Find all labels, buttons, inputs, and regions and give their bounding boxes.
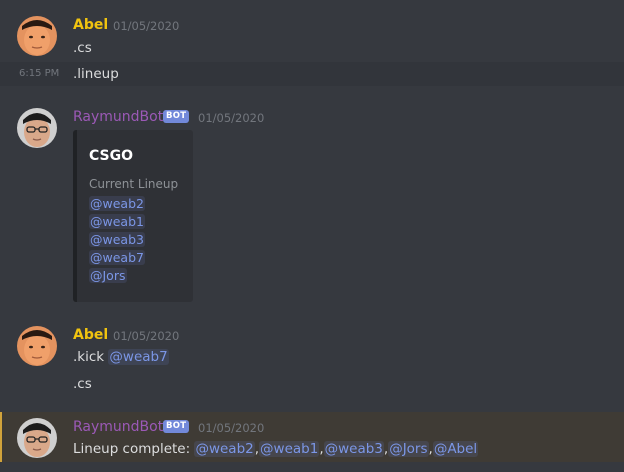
message-prefix: Lineup complete: xyxy=(73,441,195,457)
avatar-raymundbot[interactable] xyxy=(17,418,57,458)
message-text: .cs xyxy=(73,40,92,56)
bot-tag: BOT xyxy=(163,420,190,433)
mention[interactable]: @weab7 xyxy=(108,349,169,365)
mention[interactable]: @weab2 xyxy=(194,441,255,457)
bot-tag: BOT xyxy=(163,110,190,123)
message-text: .lineup xyxy=(73,66,119,82)
hover-timestamp: 6:15 PM xyxy=(19,68,60,79)
mention[interactable]: @weab1 xyxy=(89,214,145,229)
avatar-abel[interactable] xyxy=(17,326,57,366)
message-command: .kick xyxy=(73,349,105,365)
mention[interactable]: @weab2 xyxy=(89,196,145,211)
message-text: Lineup complete: @weab2,@weab1,@weab3,@J… xyxy=(73,440,479,458)
username-raymundbot[interactable]: RaymundBot xyxy=(73,418,163,436)
timestamp: 01/05/2020 xyxy=(198,111,265,125)
mention[interactable]: @weab7 xyxy=(89,250,145,265)
mention[interactable]: @Abel xyxy=(432,441,479,457)
mention[interactable]: @weab3 xyxy=(323,441,384,457)
timestamp: 01/05/2020 xyxy=(113,329,180,343)
embed-field-name: Current Lineup xyxy=(89,177,179,191)
mention[interactable]: @weab1 xyxy=(259,441,320,457)
avatar-abel[interactable] xyxy=(17,16,57,56)
embed-mention-list: @weab2 @weab1 @weab3 @weab7 @Jors xyxy=(89,195,145,285)
username-abel[interactable]: Abel xyxy=(73,16,108,34)
username-raymundbot[interactable]: RaymundBot xyxy=(73,108,163,126)
username-abel[interactable]: Abel xyxy=(73,326,108,344)
timestamp: 01/05/2020 xyxy=(113,19,180,33)
highlight-bar xyxy=(0,412,2,462)
mention[interactable]: @weab3 xyxy=(89,232,145,247)
avatar-raymundbot[interactable] xyxy=(17,108,57,148)
message-text: .cs xyxy=(73,376,92,392)
mention[interactable]: @Jors xyxy=(388,441,429,457)
embed-title: CSGO xyxy=(89,148,134,164)
message-text: .kick @weab7 xyxy=(73,348,169,366)
timestamp: 01/05/2020 xyxy=(198,421,265,435)
lineup-embed: CSGO Current Lineup @weab2 @weab1 @weab3… xyxy=(73,130,193,302)
separator: , xyxy=(319,441,324,457)
mention[interactable]: @Jors xyxy=(89,268,127,283)
